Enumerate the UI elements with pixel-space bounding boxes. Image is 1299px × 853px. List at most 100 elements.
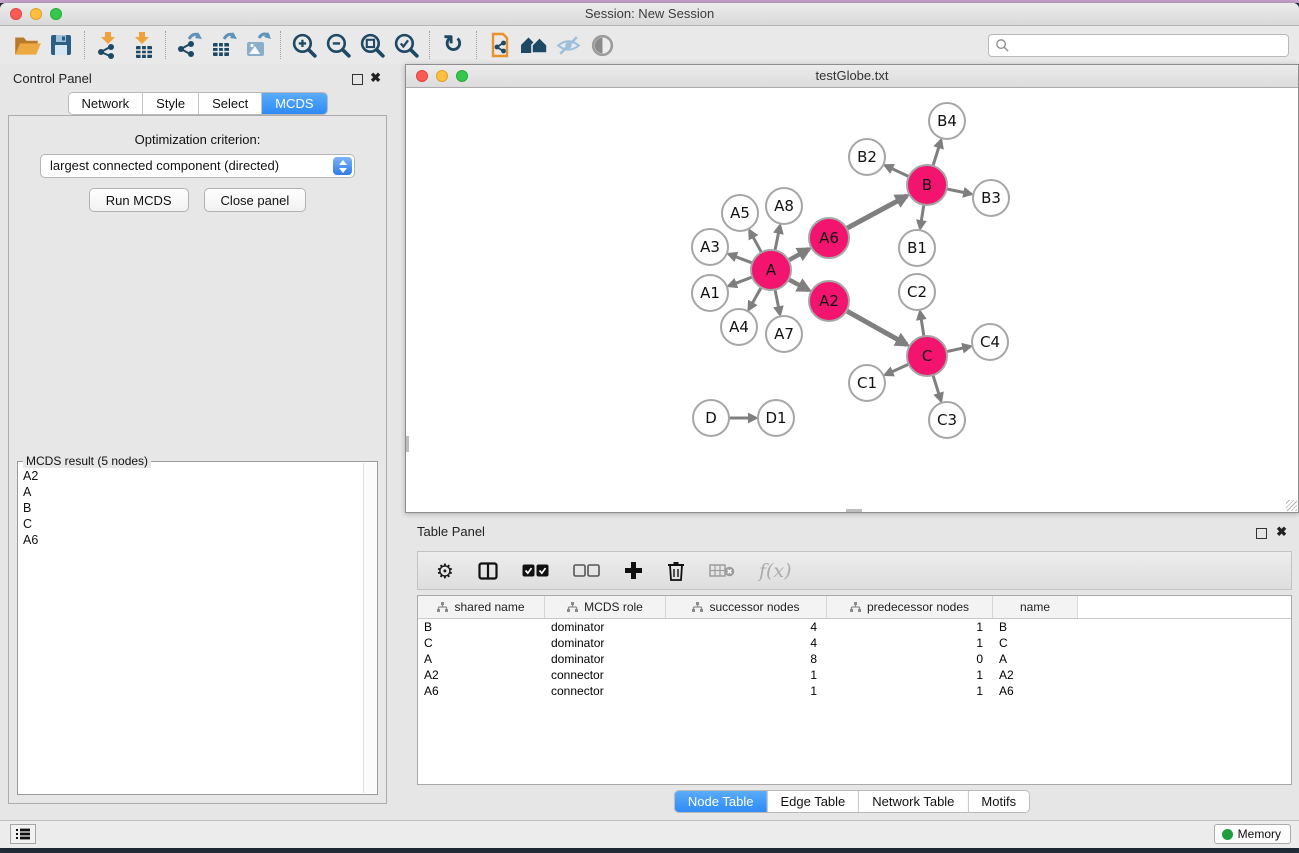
zoom-selected-icon[interactable] bbox=[389, 29, 423, 61]
network-close-button[interactable] bbox=[416, 70, 428, 82]
table-row[interactable]: Cdominator41C bbox=[418, 635, 1291, 651]
table-cell[interactable]: 4 bbox=[666, 636, 827, 650]
network-canvas[interactable]: B4B2BB3B1A5A8A6A3AA1A2C2A4A7CC4C1C3DD1 bbox=[406, 88, 1298, 512]
table-cell[interactable]: 1 bbox=[666, 668, 827, 682]
edge-A-A6[interactable] bbox=[788, 249, 809, 261]
home-pair-icon[interactable] bbox=[517, 29, 551, 61]
close-window-button[interactable] bbox=[10, 8, 22, 20]
mcds-result-item[interactable]: B bbox=[23, 500, 361, 516]
edge-C-C1[interactable] bbox=[885, 364, 909, 375]
edge-A6-B[interactable] bbox=[846, 196, 907, 229]
mcds-result-item[interactable]: C bbox=[23, 516, 361, 532]
tab-edge-table[interactable]: Edge Table bbox=[766, 791, 858, 812]
column-header-predecessor-nodes[interactable]: predecessor nodes bbox=[827, 596, 993, 618]
memory-button[interactable]: Memory bbox=[1214, 824, 1291, 844]
mcds-result-item[interactable]: A bbox=[23, 484, 361, 500]
refresh-layout-icon[interactable]: ↻ bbox=[436, 29, 470, 61]
zoom-window-button[interactable] bbox=[50, 8, 62, 20]
table-row[interactable]: Bdominator41B bbox=[418, 619, 1291, 635]
table-cell[interactable]: A6 bbox=[418, 684, 545, 698]
edge-A-A7[interactable] bbox=[775, 289, 780, 315]
float-panel-icon[interactable] bbox=[352, 74, 363, 85]
table-cell[interactable]: A bbox=[993, 652, 1078, 666]
mcds-result-scrollbar[interactable] bbox=[363, 463, 377, 793]
table-cell[interactable]: 8 bbox=[666, 652, 827, 666]
zoom-out-icon[interactable] bbox=[321, 29, 355, 61]
tab-select[interactable]: Select bbox=[198, 93, 261, 114]
tab-network-table[interactable]: Network Table bbox=[858, 791, 967, 812]
tab-motifs[interactable]: Motifs bbox=[967, 791, 1029, 812]
network-minimize-button[interactable] bbox=[436, 70, 448, 82]
run-mcds-button[interactable]: Run MCDS bbox=[89, 188, 189, 212]
edge-A-A8[interactable] bbox=[775, 226, 780, 252]
edge-B-B2[interactable] bbox=[885, 165, 910, 177]
table-row[interactable]: A2connector11A2 bbox=[418, 667, 1291, 683]
add-column-icon[interactable] bbox=[624, 561, 643, 580]
table-cell[interactable]: 1 bbox=[827, 684, 993, 698]
network-vertical-scroll-thumb[interactable] bbox=[406, 436, 409, 452]
tab-mcds[interactable]: MCDS bbox=[261, 93, 326, 114]
table-cell[interactable]: C bbox=[993, 636, 1078, 650]
edge-A2-C[interactable] bbox=[846, 310, 907, 344]
open-session-icon[interactable] bbox=[10, 29, 44, 61]
mcds-result-item[interactable]: A2 bbox=[23, 468, 361, 484]
edge-A-A4[interactable] bbox=[749, 287, 762, 310]
export-network-icon[interactable] bbox=[172, 29, 206, 61]
deselect-all-icon[interactable] bbox=[573, 564, 600, 577]
delete-column-icon[interactable] bbox=[667, 561, 685, 581]
zoom-in-icon[interactable] bbox=[287, 29, 321, 61]
show-view-eye-icon[interactable] bbox=[585, 29, 619, 61]
tab-style[interactable]: Style bbox=[142, 93, 198, 114]
edge-B-B1[interactable] bbox=[920, 204, 924, 228]
edge-C-C2[interactable] bbox=[920, 312, 924, 337]
export-table-icon[interactable] bbox=[206, 29, 240, 61]
table-cell[interactable]: connector bbox=[545, 684, 666, 698]
edge-B-B4[interactable] bbox=[933, 140, 941, 167]
table-cell[interactable]: dominator bbox=[545, 652, 666, 666]
table-cell[interactable]: connector bbox=[545, 668, 666, 682]
table-cell[interactable]: 0 bbox=[827, 652, 993, 666]
table-cell[interactable]: 1 bbox=[827, 636, 993, 650]
edge-A-A5[interactable] bbox=[750, 231, 762, 254]
edge-C-C4[interactable] bbox=[946, 346, 971, 352]
column-header-MCDS-role[interactable]: MCDS role bbox=[545, 596, 666, 618]
delete-table-icon[interactable] bbox=[709, 563, 735, 578]
hide-selected-eye-icon[interactable] bbox=[551, 29, 585, 61]
table-cell[interactable]: dominator bbox=[545, 636, 666, 650]
criterion-select[interactable]: largest connected component (directed) bbox=[40, 154, 355, 178]
column-header-name[interactable]: name bbox=[993, 596, 1078, 618]
network-zoom-button[interactable] bbox=[456, 70, 468, 82]
edge-B-B3[interactable] bbox=[946, 189, 972, 194]
edge-A-A1[interactable] bbox=[729, 277, 754, 286]
table-cell[interactable]: 1 bbox=[827, 668, 993, 682]
split-view-icon[interactable] bbox=[478, 562, 498, 580]
export-image-icon[interactable] bbox=[240, 29, 274, 61]
column-header-successor-nodes[interactable]: successor nodes bbox=[666, 596, 827, 618]
tab-network[interactable]: Network bbox=[68, 93, 142, 114]
table-row[interactable]: A6connector11A6 bbox=[418, 683, 1291, 699]
table-cell[interactable]: 1 bbox=[827, 620, 993, 634]
tab-node-table[interactable]: Node Table bbox=[675, 791, 767, 812]
float-table-panel-icon[interactable] bbox=[1256, 528, 1267, 539]
network-resize-grip[interactable] bbox=[1286, 500, 1297, 511]
network-from-selection-icon[interactable] bbox=[483, 29, 517, 61]
close-panel-button[interactable]: Close panel bbox=[204, 188, 307, 212]
edge-C-C3[interactable] bbox=[933, 374, 941, 401]
table-cell[interactable]: C bbox=[418, 636, 545, 650]
table-cell[interactable]: A2 bbox=[418, 668, 545, 682]
table-cell[interactable]: B bbox=[418, 620, 545, 634]
import-table-icon[interactable] bbox=[125, 29, 159, 61]
column-header-shared-name[interactable]: shared name bbox=[418, 596, 545, 618]
mcds-result-item[interactable]: A6 bbox=[23, 532, 361, 548]
task-history-button[interactable] bbox=[10, 824, 36, 844]
select-all-icon[interactable] bbox=[522, 564, 549, 577]
close-table-panel-icon[interactable]: ✖ bbox=[1276, 524, 1287, 540]
save-session-icon[interactable] bbox=[44, 29, 78, 61]
table-row[interactable]: Adominator80A bbox=[418, 651, 1291, 667]
search-input[interactable] bbox=[1010, 36, 1288, 55]
network-horizontal-scroll-thumb[interactable] bbox=[846, 509, 862, 512]
table-cell[interactable]: A6 bbox=[993, 684, 1078, 698]
table-cell[interactable]: dominator bbox=[545, 620, 666, 634]
minimize-window-button[interactable] bbox=[30, 8, 42, 20]
edge-A-A2[interactable] bbox=[788, 279, 809, 290]
